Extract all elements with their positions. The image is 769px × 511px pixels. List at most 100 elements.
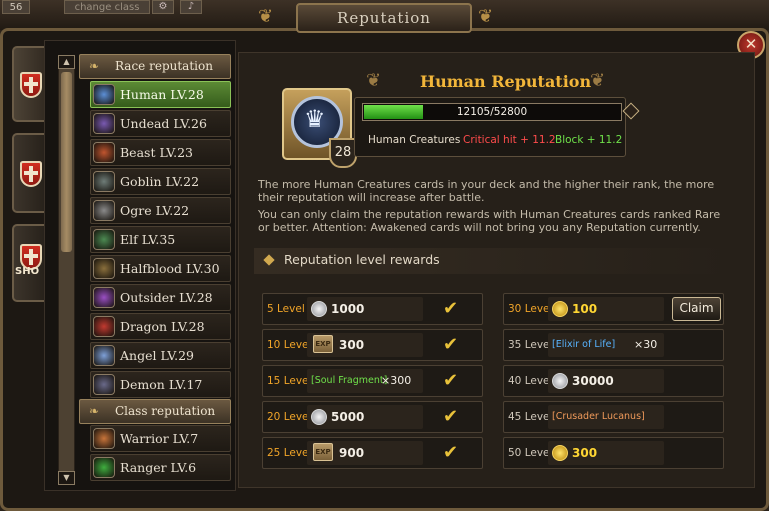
- race-item-label: Dragon LV.28: [120, 319, 205, 334]
- reputation-level-badge: 28: [329, 138, 357, 168]
- race-item[interactable]: Halfblood LV.30: [90, 255, 231, 282]
- reward-amount: 900: [339, 446, 365, 460]
- description-line: their reputation will increase after bat…: [258, 191, 485, 204]
- race-item[interactable]: Outsider LV.28: [90, 284, 231, 311]
- race-item-label: Outsider LV.28: [120, 290, 213, 305]
- gear-icon[interactable]: ⚙: [152, 0, 174, 14]
- shop-tab-label: SHO: [15, 266, 40, 277]
- race-item[interactable]: Undead LV.26: [90, 110, 231, 137]
- reward-row: 25 Level EXP 900 ✔: [262, 437, 483, 469]
- race-item-label: Human LV.28: [120, 87, 204, 102]
- header-ornament-icon: ❧: [89, 59, 100, 73]
- class-item[interactable]: Ranger LV.6: [90, 454, 231, 481]
- reward-row: 20 Level 5000 ✔: [262, 401, 483, 433]
- claimed-check-icon: ✔: [443, 406, 459, 427]
- warrior-icon: [93, 428, 115, 449]
- class-item[interactable]: Warrior LV.7: [90, 425, 231, 452]
- reward-row: 45 Level [Crusader Lucanus]: [503, 401, 724, 433]
- scroll-down-button[interactable]: ▼: [58, 471, 75, 485]
- window-title: Reputation: [337, 9, 431, 27]
- tab-reputation[interactable]: [12, 46, 46, 122]
- ranger-icon: [93, 457, 115, 478]
- reward-row: 10 Level EXP 300 ✔: [262, 329, 483, 361]
- reward-amount: 100: [572, 302, 598, 316]
- silver-coin-icon: [552, 373, 568, 389]
- race-item[interactable]: Human LV.28: [90, 81, 231, 108]
- title-ornament-right: ❦: [590, 70, 606, 91]
- race-item[interactable]: Angel LV.29: [90, 342, 231, 369]
- undead-icon: [93, 113, 115, 134]
- claim-button[interactable]: Claim: [672, 297, 721, 321]
- critical-hit-bonus: Critical hit + 11.2: [463, 134, 556, 146]
- race-item[interactable]: Beast LV.23: [90, 139, 231, 166]
- human-icon: [93, 84, 115, 105]
- gold-coin-icon: [552, 445, 568, 461]
- tab-upgrade[interactable]: [12, 133, 46, 213]
- reputation-progress-bar: 12105/52800: [362, 103, 622, 121]
- claimed-check-icon: ✔: [443, 442, 459, 463]
- creature-label: Human Creatures: [368, 134, 461, 146]
- elf-icon: [93, 229, 115, 250]
- window-title-tab: Reputation: [296, 3, 472, 33]
- race-item-label: Demon LV.17: [120, 377, 203, 392]
- angel-icon: [93, 345, 115, 366]
- class-reputation-header[interactable]: ❧ Class reputation: [79, 399, 231, 424]
- tab-shop[interactable]: SHO: [12, 224, 46, 302]
- change-class-button[interactable]: change class: [64, 0, 150, 14]
- reward-amount: 30000: [572, 374, 614, 388]
- claimed-check-icon: ✔: [443, 334, 459, 355]
- description-line: You can only claim the reputation reward…: [258, 208, 721, 221]
- race-item-label: Angel LV.29: [120, 348, 194, 363]
- reward-item-name[interactable]: [Elixir of Life]: [552, 330, 615, 360]
- reward-level-label: 45 Level: [508, 411, 553, 423]
- claimed-check-icon: ✔: [443, 298, 459, 319]
- race-item[interactable]: Elf LV.35: [90, 226, 231, 253]
- halfblood-icon: [93, 258, 115, 279]
- reward-item-name[interactable]: [Soul Fragment]: [311, 366, 387, 396]
- reward-amount: 300: [572, 446, 598, 460]
- race-item[interactable]: Dragon LV.28: [90, 313, 231, 340]
- race-item-label: Halfblood LV.30: [120, 261, 220, 276]
- scroll-up-button[interactable]: ▲: [58, 55, 75, 69]
- exp-scroll-icon: EXP: [313, 335, 333, 353]
- reward-row: 15 Level [Soul Fragment] ×300 ✔: [262, 365, 483, 397]
- reward-level-label: 40 Level: [508, 375, 553, 387]
- race-item-label: Undead LV.26: [120, 116, 207, 131]
- race-item-label: Ogre LV.22: [120, 203, 190, 218]
- race-item[interactable]: Demon LV.17: [90, 371, 231, 398]
- reward-row: 5 Level 1000 ✔: [262, 293, 483, 325]
- reward-level-label: 15 Level: [267, 375, 312, 387]
- reward-row: 50 Level 300: [503, 437, 724, 469]
- ogre-icon: [93, 200, 115, 221]
- reward-row: 30 Level 100 Claim: [503, 293, 724, 325]
- silver-coin-icon: [311, 409, 327, 425]
- reward-level-label: 5 Level: [267, 303, 305, 315]
- race-item-label: Goblin LV.22: [120, 174, 200, 189]
- reward-amount: 300: [339, 338, 365, 352]
- sound-icon[interactable]: ♪: [180, 0, 202, 14]
- shield-upgrade-icon: [20, 161, 42, 187]
- class-item-label: Ranger LV.6: [120, 460, 197, 475]
- race-item-label: Beast LV.23: [120, 145, 193, 160]
- reward-level-label: 10 Level: [267, 339, 312, 351]
- gold-coin-icon: [552, 301, 568, 317]
- dragon-icon: [93, 316, 115, 337]
- race-item[interactable]: Ogre LV.22: [90, 197, 231, 224]
- scrollbar-thumb[interactable]: [61, 72, 72, 252]
- race-reputation-header[interactable]: ❧ Race reputation: [79, 54, 231, 79]
- reward-level-label: 20 Level: [267, 411, 312, 423]
- beast-icon: [93, 142, 115, 163]
- player-level: 56: [2, 0, 30, 14]
- reward-row: 40 Level 30000: [503, 365, 724, 397]
- reward-amount: 1000: [331, 302, 365, 316]
- title-ornament-left: ❦: [258, 6, 274, 27]
- reward-level-label: 30 Level: [508, 303, 553, 315]
- rewards-section-title: Reputation level rewards: [284, 252, 440, 267]
- description-line: or better. Attention: Awakened cards wil…: [258, 221, 701, 234]
- goblin-icon: [93, 171, 115, 192]
- race-item[interactable]: Goblin LV.22: [90, 168, 231, 195]
- race-item-label: Elf LV.35: [120, 232, 176, 247]
- reward-multiplier: ×300: [381, 374, 412, 387]
- reward-item-name[interactable]: [Crusader Lucanus]: [552, 402, 645, 432]
- reward-multiplier: ×30: [634, 338, 658, 351]
